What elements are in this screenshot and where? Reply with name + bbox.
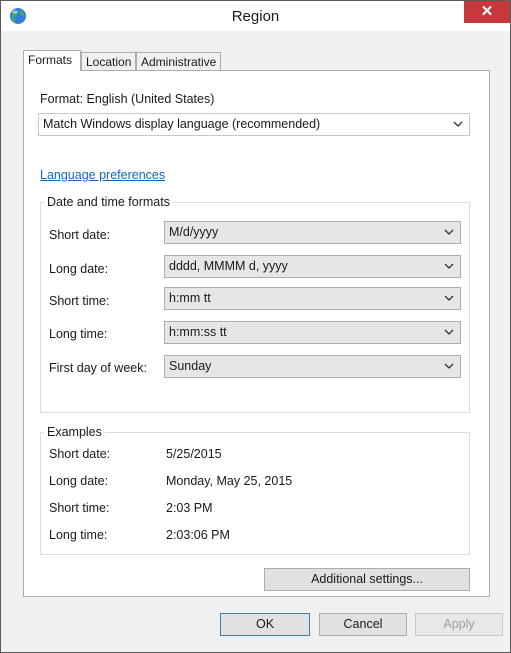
format-select[interactable]: Match Windows display language (recommen… (38, 113, 470, 136)
window-title: Region (231, 8, 280, 25)
first-day-of-week-value: Sunday (169, 359, 212, 373)
format-label: Format: English (United States) (40, 92, 215, 106)
chevron-down-icon (453, 121, 463, 127)
chevron-down-icon (444, 363, 454, 369)
chevron-down-icon (444, 263, 454, 269)
long-time-value: h:mm:ss tt (169, 325, 227, 339)
example-long-time-label: Long time: (49, 528, 108, 542)
examples-title: Examples (44, 425, 105, 439)
first-day-of-week-select[interactable]: Sunday (164, 355, 461, 378)
example-short-time-value: 2:03 PM (166, 501, 213, 515)
cancel-button[interactable]: Cancel (319, 613, 407, 636)
close-button[interactable]: ✕ (464, 1, 510, 23)
chevron-down-icon (444, 329, 454, 335)
long-time-select[interactable]: h:mm:ss tt (164, 321, 461, 344)
tab-formats[interactable]: Formats (23, 50, 81, 71)
long-date-value: dddd, MMMM d, yyyy (169, 259, 288, 273)
short-date-select[interactable]: M/d/yyyy (164, 221, 461, 244)
short-date-label: Short date: (49, 228, 111, 242)
language-preferences-link[interactable]: Language preferences (40, 168, 165, 182)
date-time-formats-title: Date and time formats (44, 195, 173, 209)
example-short-date-value: 5/25/2015 (166, 447, 222, 461)
short-date-value: M/d/yyyy (169, 225, 219, 239)
long-date-select[interactable]: dddd, MMMM d, yyyy (164, 255, 461, 278)
chevron-down-icon (444, 229, 454, 235)
short-time-value: h:mm tt (169, 291, 211, 305)
example-short-time-label: Short time: (49, 501, 110, 515)
long-time-label: Long time: (49, 327, 108, 341)
example-long-time-value: 2:03:06 PM (166, 528, 230, 542)
close-icon: ✕ (480, 3, 494, 20)
apply-button[interactable]: Apply (415, 613, 503, 636)
tab-administrative[interactable]: Administrative (136, 52, 221, 70)
tab-location[interactable]: Location (81, 52, 136, 70)
short-time-select[interactable]: h:mm tt (164, 287, 461, 310)
example-short-date-label: Short date: (49, 447, 111, 461)
ok-button[interactable]: OK (220, 613, 310, 636)
title-bar: Region ✕ (1, 1, 510, 31)
example-long-date-value: Monday, May 25, 2015 (166, 474, 293, 488)
first-day-of-week-label: First day of week: (49, 361, 147, 375)
formats-panel: Format: English (United States) Match Wi… (23, 70, 490, 597)
short-time-label: Short time: (49, 294, 110, 308)
example-long-date-label: Long date: (49, 474, 109, 488)
chevron-down-icon (444, 295, 454, 301)
additional-settings-button[interactable]: Additional settings... (264, 568, 470, 591)
format-select-value: Match Windows display language (recommen… (43, 117, 321, 131)
region-dialog: Region ✕ Formats Location Administrative… (0, 0, 511, 653)
long-date-label: Long date: (49, 262, 109, 276)
